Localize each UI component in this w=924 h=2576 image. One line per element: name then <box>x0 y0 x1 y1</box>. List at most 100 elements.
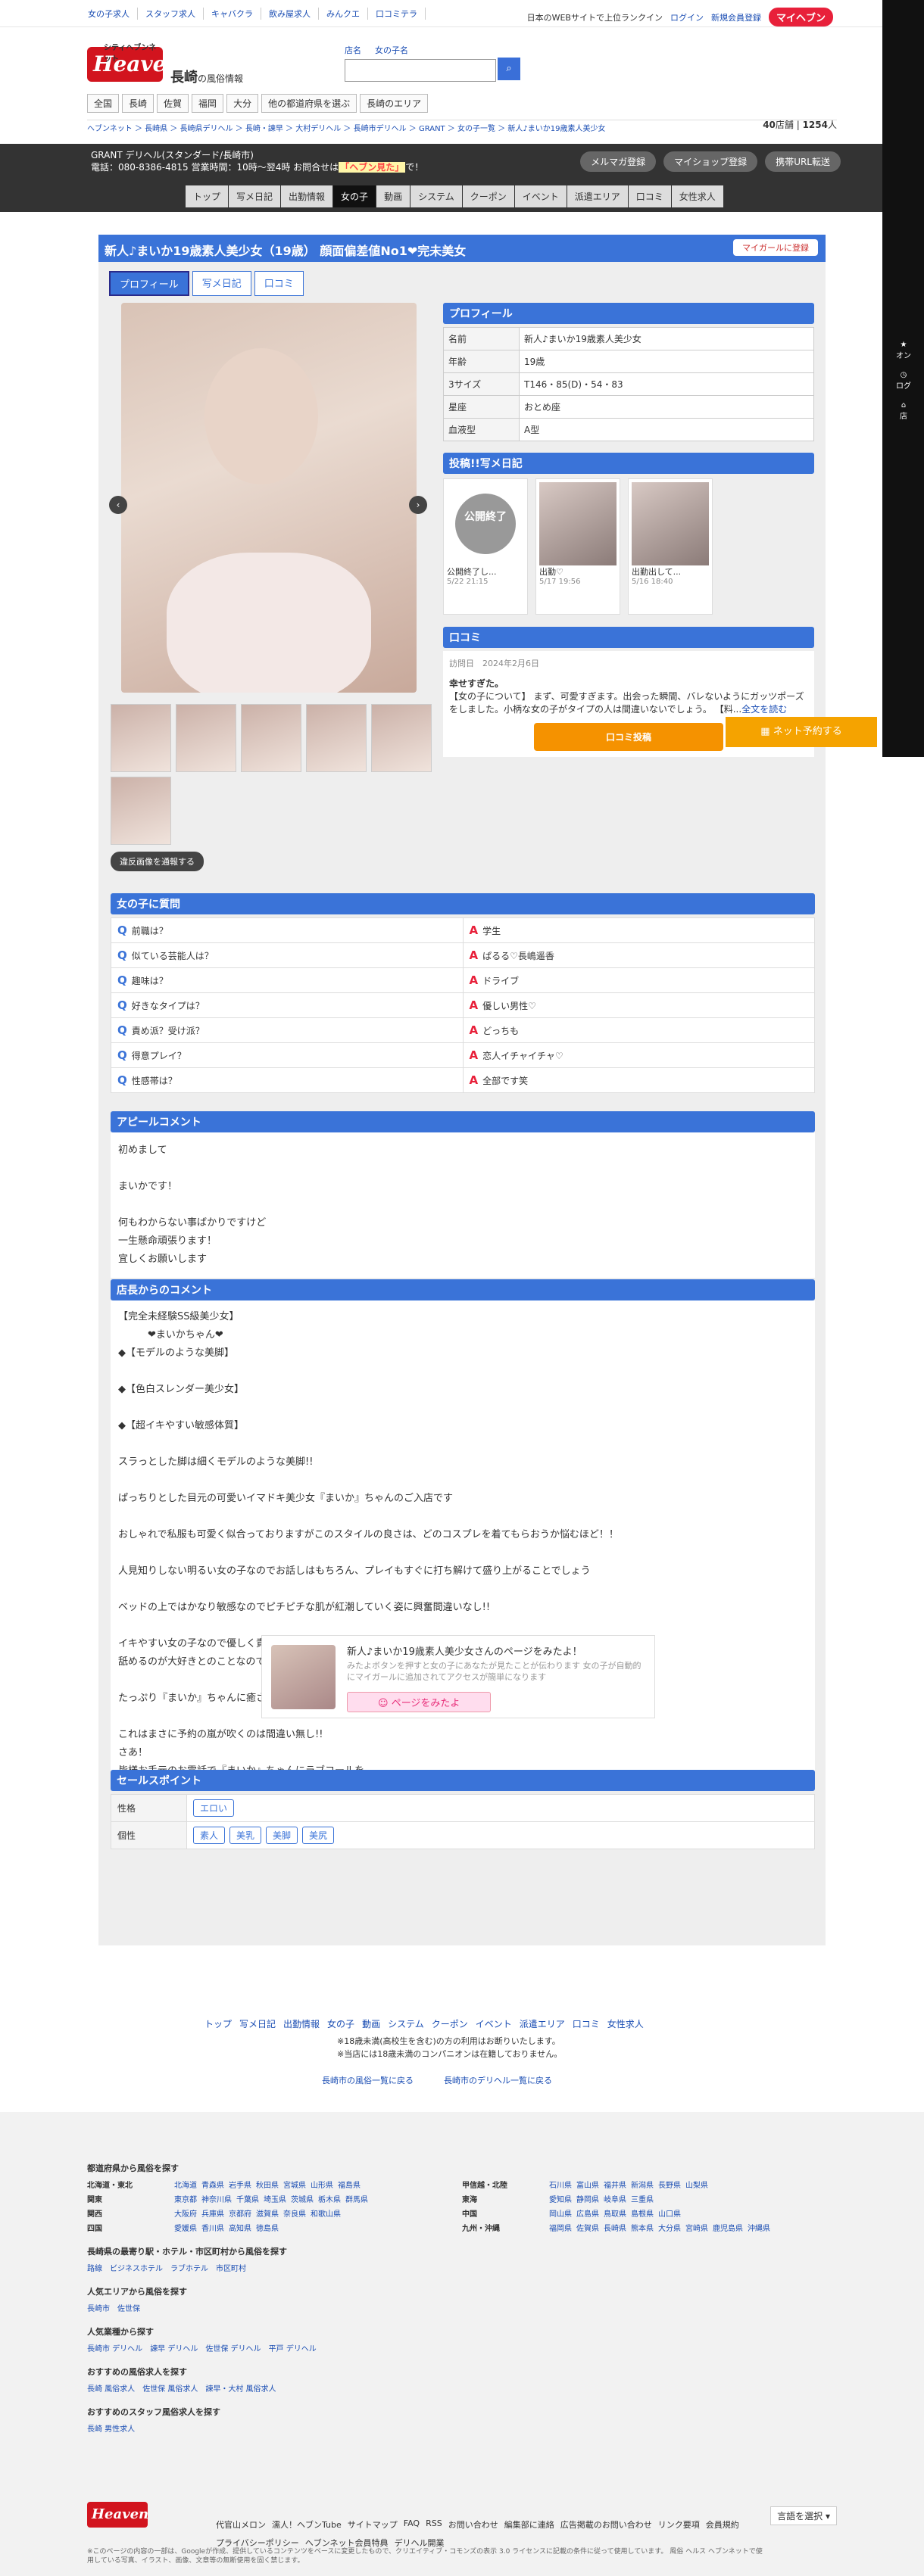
pref-link[interactable]: 京都府 <box>229 2207 251 2219</box>
footer-link[interactable]: 長崎 風俗求人 <box>87 2382 135 2394</box>
pref-link[interactable]: 福岡県 <box>549 2222 572 2233</box>
star-icon[interactable]: ★ オン <box>895 341 912 360</box>
pref-link[interactable]: 宮崎県 <box>685 2222 708 2233</box>
diary-item[interactable]: 出勤♡ 5/17 19:56 <box>535 478 620 615</box>
pref-link[interactable]: 青森県 <box>201 2179 224 2190</box>
footer-link[interactable]: 路線 <box>87 2262 102 2273</box>
footer-bottom-link[interactable]: 会員規約 <box>706 2518 739 2531</box>
myheaven-button[interactable]: マイヘブン <box>768 8 833 26</box>
pref-link[interactable]: 埼玉県 <box>264 2193 286 2204</box>
area-nav-item[interactable]: 大分 <box>226 94 259 113</box>
footer-link[interactable]: 市区町村 <box>216 2262 246 2273</box>
footer-bottom-link[interactable]: 編集部に連絡 <box>504 2518 554 2531</box>
pref-link[interactable]: 富山県 <box>576 2179 599 2190</box>
footnav-link[interactable]: システム <box>388 2017 424 2030</box>
area-nav-item[interactable]: 他の都道府県を選ぶ <box>261 94 357 113</box>
pref-link[interactable]: 福島県 <box>338 2179 361 2190</box>
diary-item[interactable]: 公開終了 公開終了し... 5/22 21:15 <box>443 478 528 615</box>
pref-link[interactable]: 三重県 <box>631 2193 654 2204</box>
pref-link[interactable]: 滋賀県 <box>256 2207 279 2219</box>
footnav-link[interactable]: トップ <box>204 2017 232 2030</box>
pref-link[interactable]: 長野県 <box>658 2179 681 2190</box>
footnav-link[interactable]: クーポン <box>432 2017 468 2030</box>
mobile-url-button[interactable]: 携帯URL転送 <box>765 151 841 172</box>
footer-bottom-link[interactable]: FAQ <box>404 2518 420 2531</box>
pref-link[interactable]: 佐賀県 <box>576 2222 599 2233</box>
search-tab-shop[interactable]: 店名 <box>345 44 361 56</box>
footer-logo[interactable]: Heaven <box>87 2502 148 2528</box>
back-link[interactable]: 長崎市の風俗一覧に戻る <box>322 2074 414 2086</box>
pref-link[interactable]: 秋田県 <box>256 2179 279 2190</box>
footer-link[interactable]: 長崎 男性求人 <box>87 2422 135 2434</box>
pref-link[interactable]: 静岡県 <box>576 2193 599 2204</box>
footer-link[interactable]: ラブホテル <box>170 2262 208 2273</box>
pref-link[interactable]: 山口県 <box>658 2207 681 2219</box>
footer-bottom-link[interactable]: 広告掲載のお問い合わせ <box>560 2518 652 2531</box>
pref-link[interactable]: 大分県 <box>658 2222 681 2233</box>
footer-bottom-link[interactable]: リンク要項 <box>658 2518 700 2531</box>
shop-nav-item[interactable]: 出勤情報 <box>281 185 333 207</box>
prev-arrow-icon[interactable]: ‹ <box>109 496 127 514</box>
footer-bottom-link[interactable]: サイトマップ <box>348 2518 398 2531</box>
mitayo-button[interactable]: ☺ ページをみたよ <box>347 1692 492 1712</box>
next-arrow-icon[interactable]: › <box>409 496 427 514</box>
tag[interactable]: 美乳 <box>229 1827 262 1844</box>
shop-nav-item[interactable]: クーポン <box>462 185 514 207</box>
search-icon[interactable]: ⌕ <box>498 58 520 80</box>
thumbnail[interactable] <box>111 704 171 772</box>
back-link[interactable]: 長崎市のデリヘル一覧に戻る <box>444 2074 552 2086</box>
hot-reserve-button[interactable]: ▦ ネット予約する <box>726 717 877 747</box>
footnav-link[interactable]: 女性求人 <box>607 2017 644 2030</box>
tag[interactable]: 素人 <box>193 1827 226 1844</box>
breadcrumb[interactable]: ヘブンネット ＞ 長崎県 ＞ 長崎県デリヘル ＞ 長崎・諫早 ＞ 大村デリヘル … <box>87 120 837 133</box>
pref-link[interactable]: 鳥取県 <box>604 2207 626 2219</box>
footer-link[interactable]: 平戸 デリヘル <box>269 2342 317 2353</box>
login-link[interactable]: ログイン <box>670 11 704 23</box>
pref-link[interactable]: 山梨県 <box>685 2179 708 2190</box>
pref-link[interactable]: 東京都 <box>174 2193 197 2204</box>
shop-nav-item[interactable]: 写メ日記 <box>229 185 281 207</box>
footnav-link[interactable]: 女の子 <box>327 2017 354 2030</box>
area-nav-item[interactable]: 福岡 <box>192 94 224 113</box>
footer-link[interactable]: 佐世保 デリヘル <box>205 2342 261 2353</box>
pref-link[interactable]: 長崎県 <box>604 2222 626 2233</box>
thumbnail[interactable] <box>306 704 367 772</box>
shop-nav-item[interactable]: 女性求人 <box>671 185 723 207</box>
diary-item[interactable]: 出勤出して... 5/16 18:40 <box>628 478 713 615</box>
top-link[interactable]: 口コミテラ <box>376 8 426 20</box>
pref-link[interactable]: 岩手県 <box>229 2179 251 2190</box>
tag[interactable]: エロい <box>193 1799 235 1817</box>
tag[interactable]: 美尻 <box>302 1827 335 1844</box>
footnav-link[interactable]: 出勤情報 <box>283 2017 320 2030</box>
thumbnail[interactable] <box>371 704 432 772</box>
main-photo[interactable] <box>121 303 417 693</box>
pref-link[interactable]: 鹿児島県 <box>713 2222 743 2233</box>
pref-link[interactable]: 大阪府 <box>174 2207 197 2219</box>
pref-link[interactable]: 茨城県 <box>291 2193 314 2204</box>
footer-link[interactable]: 長崎市 <box>87 2302 110 2313</box>
pref-link[interactable]: 山形県 <box>311 2179 333 2190</box>
area-nav-item[interactable]: 全国 <box>87 94 120 113</box>
shop-nav-item[interactable]: システム <box>410 185 462 207</box>
pref-link[interactable]: 香川県 <box>201 2222 224 2233</box>
thumbnail[interactable] <box>241 704 301 772</box>
pref-link[interactable]: 千葉県 <box>236 2193 259 2204</box>
register-link[interactable]: 新規会員登録 <box>711 11 761 23</box>
pref-link[interactable]: 高知県 <box>229 2222 251 2233</box>
footer-link[interactable]: ビジネスホテル <box>110 2262 163 2273</box>
footer-bottom-link[interactable]: RSS <box>426 2518 442 2531</box>
pref-link[interactable]: 群馬県 <box>345 2193 368 2204</box>
pref-link[interactable]: 熊本県 <box>631 2222 654 2233</box>
language-select[interactable]: 言語を選択 ▾ <box>770 2506 837 2525</box>
read-more-link[interactable]: 全文を読む <box>741 704 787 715</box>
shop-nav-item[interactable]: 口コミ <box>628 185 671 207</box>
myshop-button[interactable]: マイショップ登録 <box>663 151 758 172</box>
footer-bottom-link[interactable]: 濡人！ヘブンTube <box>272 2518 342 2531</box>
pref-link[interactable]: 神奈川県 <box>201 2193 232 2204</box>
pref-link[interactable]: 広島県 <box>576 2207 599 2219</box>
footer-bottom-link[interactable]: 代官山メロン <box>216 2518 266 2531</box>
footnav-link[interactable]: 写メ日記 <box>239 2017 276 2030</box>
pref-link[interactable]: 兵庫県 <box>201 2207 224 2219</box>
pref-link[interactable]: 沖縄県 <box>748 2222 770 2233</box>
pref-link[interactable]: 北海道 <box>174 2179 197 2190</box>
